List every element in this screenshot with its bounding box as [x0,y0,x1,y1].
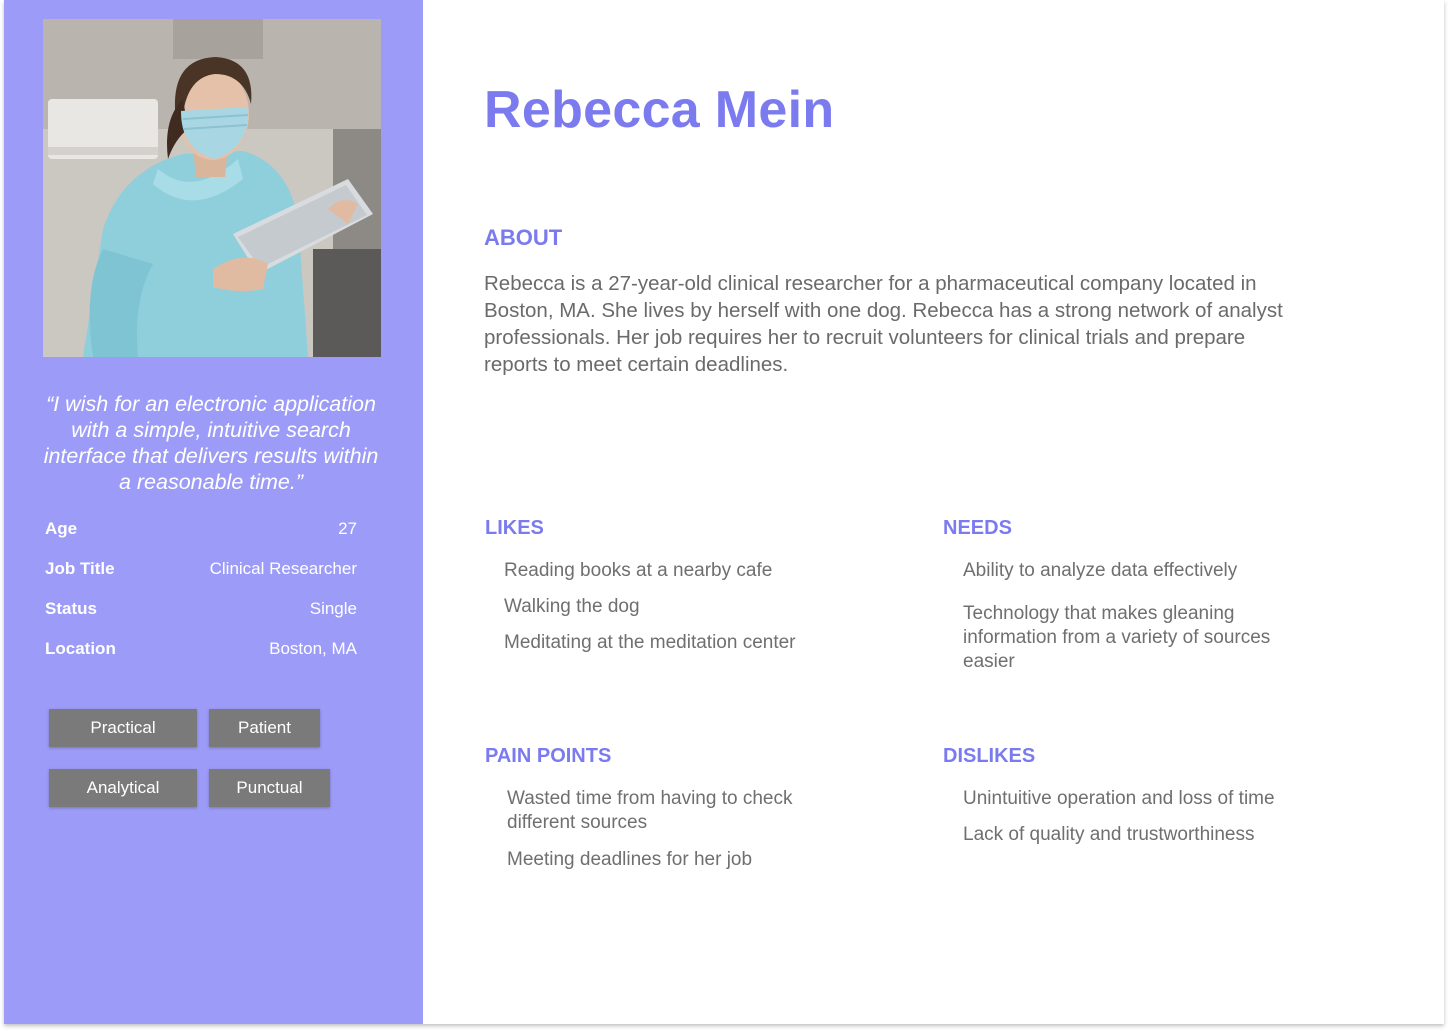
list-item: Ability to analyze data effectively [963,560,1238,581]
fact-label: Status [45,599,97,618]
about-heading: ABOUT [484,225,563,250]
trait-tag-patient: Patient [209,709,320,747]
list-item: Meditating at the meditation center [504,632,796,653]
persona-quote: “I wish for an electronic application wi… [43,392,379,494]
fact-value: Clinical Researcher [209,559,357,578]
list-item: Technology that makes gleaning informati… [963,603,1271,672]
fact-age: Age 27 [45,517,357,557]
needs-list: Ability to analyze data effectively Tech… [963,559,1308,674]
persona-card: “I wish for an electronic application wi… [4,0,1444,1024]
pain-points-heading: PAIN POINTS [485,745,612,767]
likes-heading: LIKES [485,517,544,539]
dislikes-heading: DISLIKES [943,745,1036,767]
fact-value: Boston, MA [269,639,357,658]
trait-tag-punctual: Punctual [209,769,330,807]
fact-label: Location [45,639,116,658]
list-item: Lack of quality and trustworthiness [963,824,1255,845]
list-item: Unintuitive operation and loss of time [963,788,1275,809]
fact-status: Status Single [45,597,357,637]
fact-label: Job Title [45,559,115,578]
persona-photo [43,19,381,357]
fact-job-title: Job Title Clinical Researcher [45,557,357,597]
trait-tag-analytical: Analytical [49,769,197,807]
list-item: Wasted time from having to check differe… [507,788,793,833]
trait-tag-practical: Practical [49,709,197,747]
fact-label: Age [45,519,78,538]
fact-value: Single [309,599,357,618]
about-text: Rebecca is a 27-year-old clinical resear… [484,272,1283,376]
needs-heading: NEEDS [943,517,1012,539]
persona-facts: Age 27 Job Title Clinical Researcher Sta… [45,517,357,677]
fact-location: Location Boston, MA [45,637,357,677]
list-item: Walking the dog [504,596,640,617]
list-item: Reading books at a nearby cafe [504,560,773,581]
pain-points-list: Wasted time from having to check differe… [507,787,837,872]
persona-photo-illustration [43,19,381,357]
dislikes-list: Unintuitive operation and loss of time L… [963,787,1363,847]
persona-sidebar: “I wish for an electronic application wi… [4,0,423,1024]
persona-name: Rebecca Mein [484,81,835,139]
likes-list: Reading books at a nearby cafe Walking t… [504,559,904,655]
fact-value: 27 [338,519,357,538]
list-item: Meeting deadlines for her job [507,849,753,870]
